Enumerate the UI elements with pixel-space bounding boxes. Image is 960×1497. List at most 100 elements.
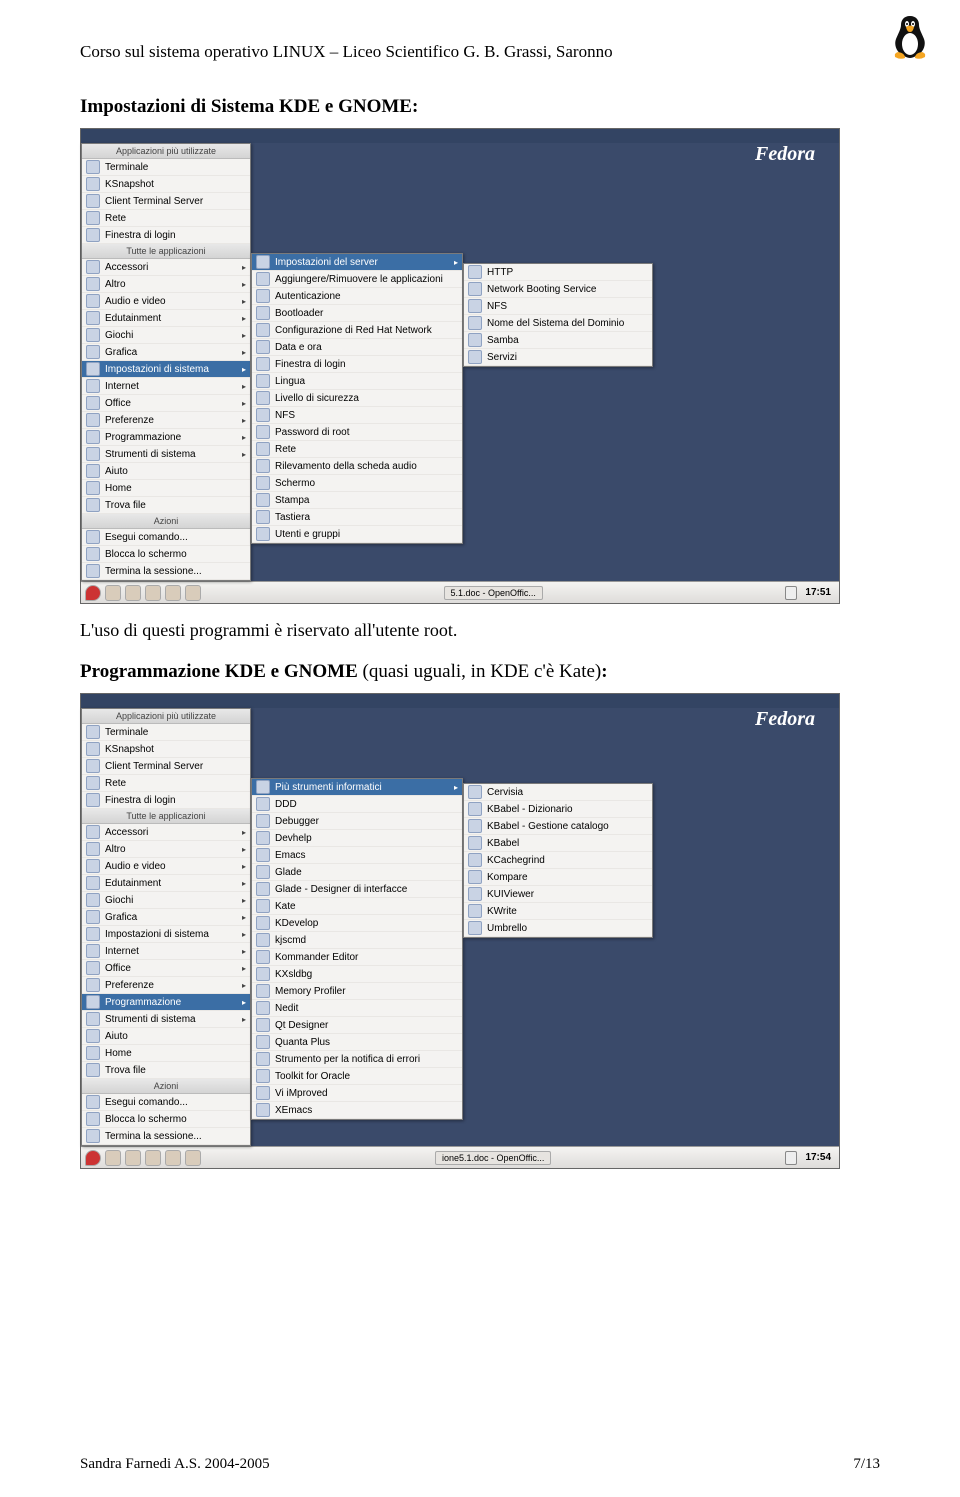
menu-item[interactable]: Devhelp [252, 830, 462, 847]
menu-item[interactable]: Livello di sicurezza [252, 390, 462, 407]
submenu-programming[interactable]: Più strumenti informatici▸DDDDebuggerDev… [251, 778, 463, 1120]
menu-item[interactable]: Quanta Plus [252, 1034, 462, 1051]
menu-item[interactable]: Kate [252, 898, 462, 915]
menu-item[interactable]: Internet▸ [82, 378, 250, 395]
menu-item[interactable]: Stampa [252, 492, 462, 509]
main-menu[interactable]: Applicazioni più utilizzate TerminaleKSn… [81, 708, 251, 1146]
menu-item[interactable]: XEmacs [252, 1102, 462, 1119]
taskbar-icon[interactable] [185, 585, 201, 601]
menu-item[interactable]: Impostazioni di sistema▸ [82, 926, 250, 943]
menu-item[interactable]: Finestra di login [252, 356, 462, 373]
menu-item[interactable]: HTTP [464, 264, 652, 281]
menu-item[interactable]: KBabel - Gestione catalogo [464, 818, 652, 835]
taskbar-icon[interactable] [105, 1150, 121, 1166]
menu-item[interactable]: Accessori▸ [82, 824, 250, 841]
menu-item[interactable]: Impostazioni del server▸ [252, 254, 462, 271]
menu-item[interactable]: Client Terminal Server [82, 193, 250, 210]
menu-item[interactable]: KSnapshot [82, 176, 250, 193]
taskbar-icon[interactable] [145, 1150, 161, 1166]
taskbar[interactable]: ione5.1.doc - OpenOffic... 17:54 [81, 1146, 839, 1168]
menu-item[interactable]: Home [82, 1045, 250, 1062]
menu-item[interactable]: Kommander Editor [252, 949, 462, 966]
menu-item[interactable]: KSnapshot [82, 741, 250, 758]
menu-item[interactable]: Termina la sessione... [82, 563, 250, 580]
menu-item[interactable]: NFS [252, 407, 462, 424]
menu-item[interactable]: Finestra di login [82, 792, 250, 809]
taskbar-icon[interactable] [165, 585, 181, 601]
main-menu[interactable]: Applicazioni più utilizzate TerminaleKSn… [81, 143, 251, 581]
taskbar-icon[interactable] [125, 585, 141, 601]
menu-item[interactable]: Preferenze▸ [82, 412, 250, 429]
menu-item[interactable]: Office▸ [82, 960, 250, 977]
taskbar-icon[interactable] [105, 585, 121, 601]
menu-item[interactable]: Trova file [82, 497, 250, 514]
submenu-server-settings[interactable]: HTTPNetwork Booting ServiceNFSNome del S… [463, 263, 653, 367]
clipboard-icon[interactable] [785, 586, 797, 600]
menu-item[interactable]: Strumenti di sistema▸ [82, 446, 250, 463]
menu-item[interactable]: Office▸ [82, 395, 250, 412]
submenu-system-settings[interactable]: Impostazioni del server▸Aggiungere/Rimuo… [251, 253, 463, 544]
menu-item[interactable]: Rilevamento della scheda audio [252, 458, 462, 475]
taskbar-icon[interactable] [125, 1150, 141, 1166]
menu-item[interactable]: Giochi▸ [82, 892, 250, 909]
menu-item[interactable]: Lingua [252, 373, 462, 390]
menu-item[interactable]: Internet▸ [82, 943, 250, 960]
menu-item[interactable]: Terminale [82, 724, 250, 741]
menu-item[interactable]: KWrite [464, 903, 652, 920]
taskbar[interactable]: 5.1.doc - OpenOffic... 17:51 [81, 581, 839, 603]
menu-item[interactable]: Esegui comando... [82, 1094, 250, 1111]
menu-item[interactable]: Kompare [464, 869, 652, 886]
menu-item[interactable]: Strumenti di sistema▸ [82, 1011, 250, 1028]
menu-item[interactable]: kjscmd [252, 932, 462, 949]
menu-item[interactable]: Termina la sessione... [82, 1128, 250, 1145]
menu-item[interactable]: Audio e video▸ [82, 858, 250, 875]
menu-item[interactable]: Nome del Sistema del Dominio [464, 315, 652, 332]
menu-item[interactable]: DDD [252, 796, 462, 813]
menu-item[interactable]: Altro▸ [82, 276, 250, 293]
menu-item[interactable]: Blocca lo schermo [82, 546, 250, 563]
menu-item[interactable]: Altro▸ [82, 841, 250, 858]
menu-item[interactable]: Qt Designer [252, 1017, 462, 1034]
menu-item[interactable]: Schermo [252, 475, 462, 492]
menu-item[interactable]: Programmazione▸ [82, 429, 250, 446]
menu-item[interactable]: Grafica▸ [82, 344, 250, 361]
menu-item[interactable]: Rete [252, 441, 462, 458]
menu-item[interactable]: Autenticazione [252, 288, 462, 305]
menu-item[interactable]: Programmazione▸ [82, 994, 250, 1011]
menu-item[interactable]: Accessori▸ [82, 259, 250, 276]
menu-item[interactable]: Blocca lo schermo [82, 1111, 250, 1128]
redhat-icon[interactable] [85, 1150, 101, 1166]
menu-item[interactable]: Impostazioni di sistema▸ [82, 361, 250, 378]
menu-item[interactable]: Aggiungere/Rimuovere le applicazioni [252, 271, 462, 288]
menu-item[interactable]: Network Booting Service [464, 281, 652, 298]
menu-item[interactable]: Data e ora [252, 339, 462, 356]
taskbar-icon[interactable] [165, 1150, 181, 1166]
menu-item[interactable]: Emacs [252, 847, 462, 864]
menu-item[interactable]: Bootloader [252, 305, 462, 322]
menu-item[interactable]: Aiuto [82, 463, 250, 480]
menu-item[interactable]: KDevelop [252, 915, 462, 932]
menu-item[interactable]: KBabel - Dizionario [464, 801, 652, 818]
menu-item[interactable]: Giochi▸ [82, 327, 250, 344]
menu-item[interactable]: Più strumenti informatici▸ [252, 779, 462, 796]
menu-item[interactable]: Preferenze▸ [82, 977, 250, 994]
taskbar-window-button[interactable]: 5.1.doc - OpenOffic... [444, 586, 543, 600]
menu-item[interactable]: Esegui comando... [82, 529, 250, 546]
menu-item[interactable]: Strumento per la notifica di errori [252, 1051, 462, 1068]
menu-item[interactable]: Grafica▸ [82, 909, 250, 926]
menu-item[interactable]: Glade - Designer di interfacce [252, 881, 462, 898]
menu-item[interactable]: NFS [464, 298, 652, 315]
menu-item[interactable]: Tastiera [252, 509, 462, 526]
menu-item[interactable]: Glade [252, 864, 462, 881]
menu-item[interactable]: Audio e video▸ [82, 293, 250, 310]
menu-item[interactable]: Edutainment▸ [82, 875, 250, 892]
menu-item[interactable]: Trova file [82, 1062, 250, 1079]
taskbar-icon[interactable] [145, 585, 161, 601]
menu-item[interactable]: Utenti e gruppi [252, 526, 462, 543]
menu-item[interactable]: Toolkit for Oracle [252, 1068, 462, 1085]
menu-item[interactable]: Memory Profiler [252, 983, 462, 1000]
taskbar-window-button[interactable]: ione5.1.doc - OpenOffic... [435, 1151, 551, 1165]
menu-item[interactable]: Rete [82, 210, 250, 227]
submenu-more-tools[interactable]: CervisiaKBabel - DizionarioKBabel - Gest… [463, 783, 653, 938]
clipboard-icon[interactable] [785, 1151, 797, 1165]
